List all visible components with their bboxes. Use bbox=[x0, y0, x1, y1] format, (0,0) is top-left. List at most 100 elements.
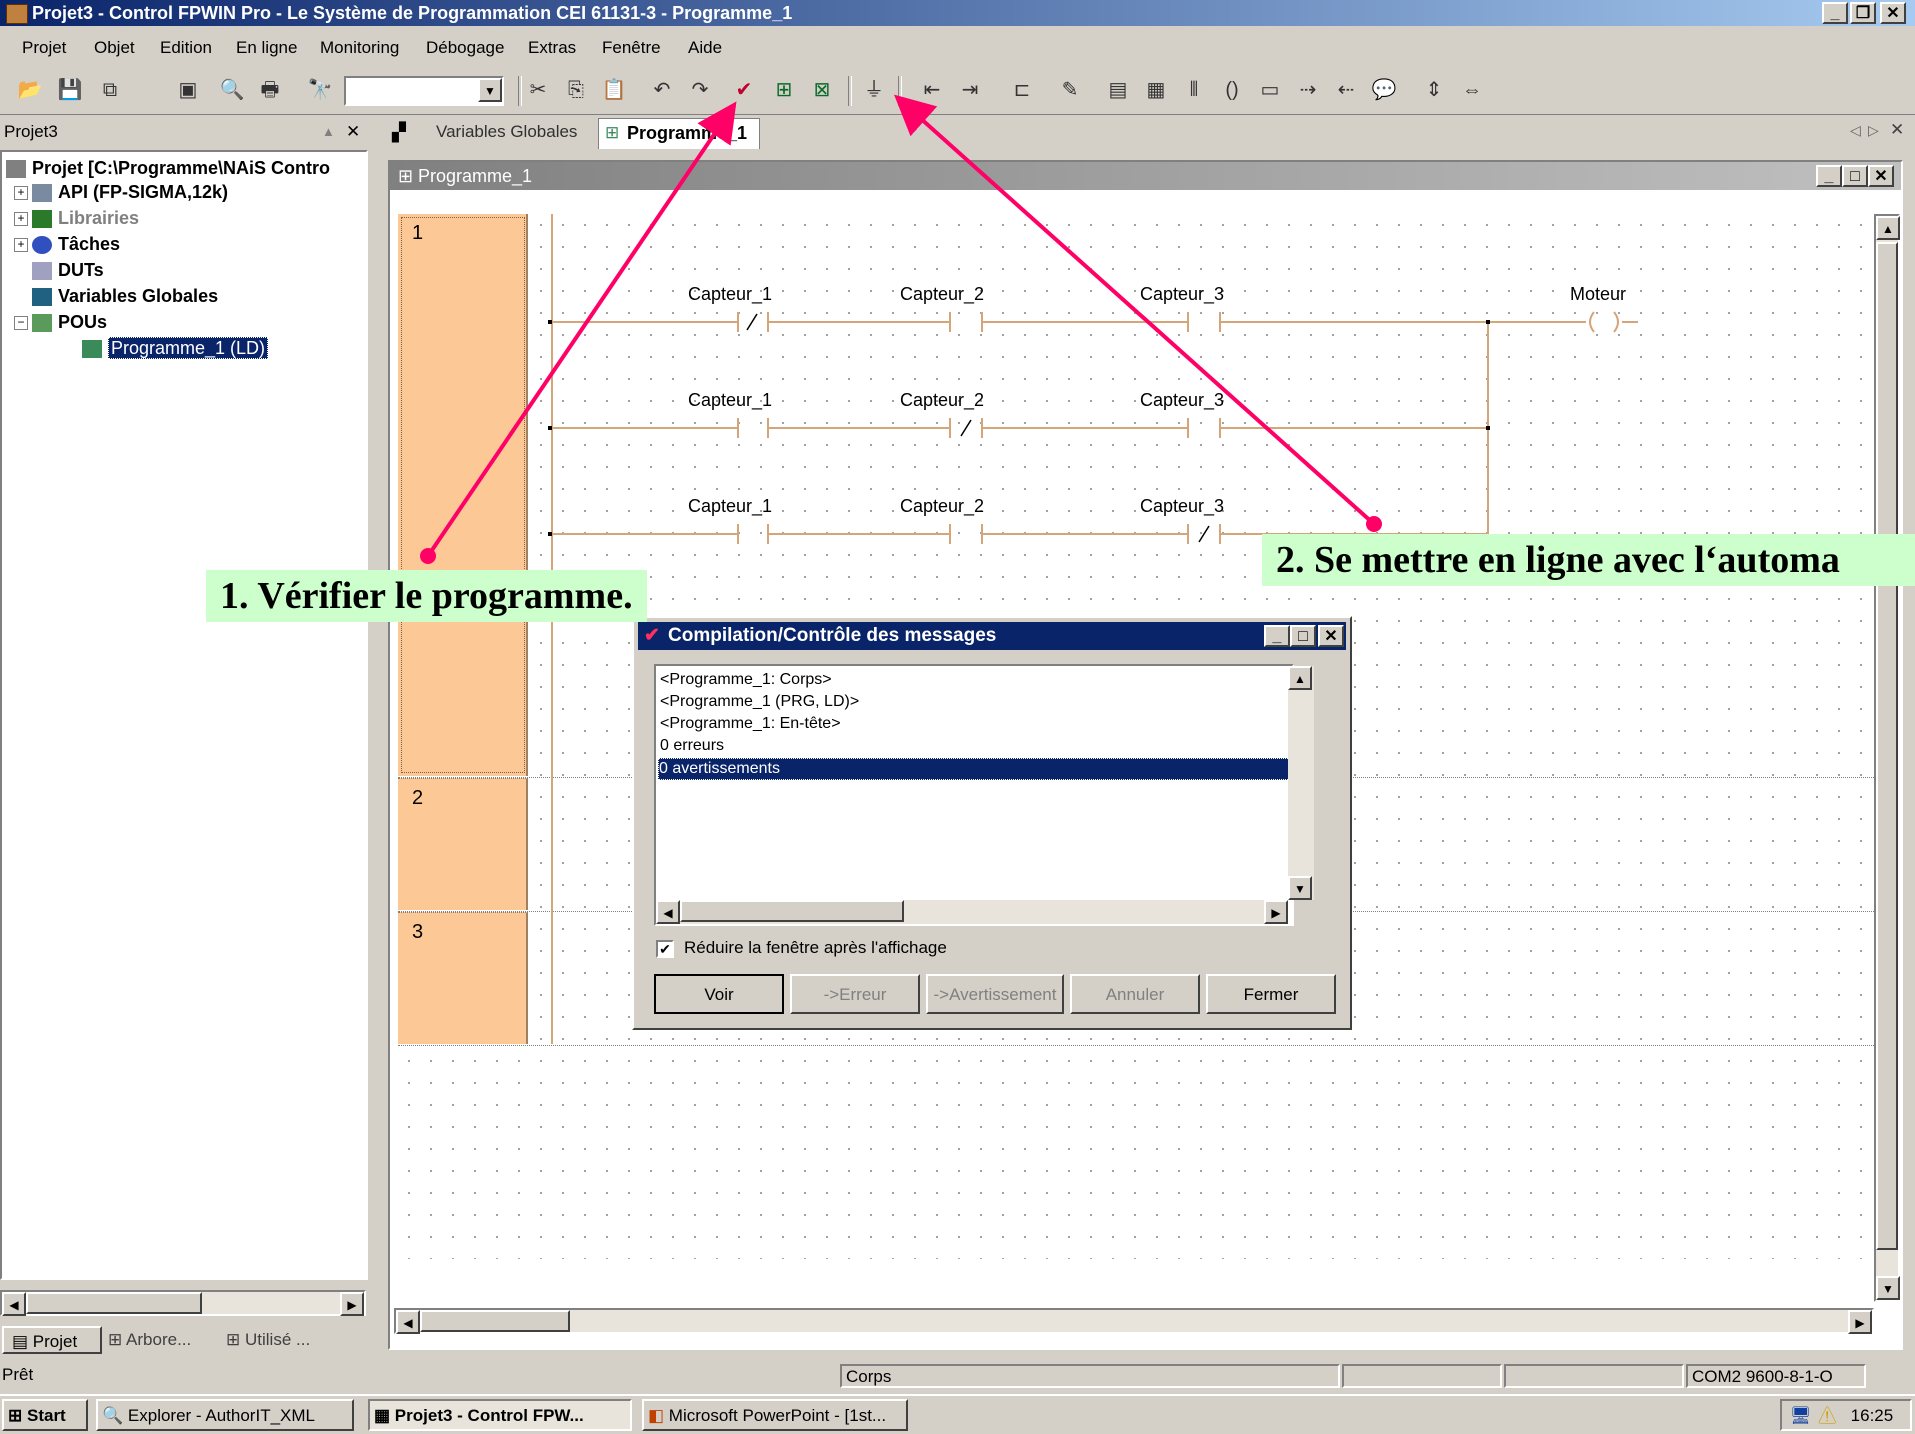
contact-label-r3-c1[interactable]: Capteur_1 bbox=[688, 496, 772, 517]
variable-icon[interactable]: ▤ bbox=[1104, 76, 1132, 104]
contact-label-r2-c2[interactable]: Capteur_2 bbox=[900, 390, 984, 411]
contact-label-r1-c1[interactable]: Capteur_1 bbox=[688, 284, 772, 305]
contact-label-r1-c3[interactable]: Capteur_3 bbox=[1140, 284, 1224, 305]
collapse-icon[interactable]: − bbox=[14, 316, 28, 330]
insert-rung-before-icon[interactable]: ⇤ bbox=[918, 76, 946, 104]
tab-variables-globales[interactable]: Variables Globales bbox=[436, 122, 577, 142]
task-powerpoint[interactable]: ◧ Microsoft PowerPoint - [1st... bbox=[642, 1399, 908, 1431]
undo-icon[interactable]: ↶ bbox=[648, 76, 676, 104]
title-bar[interactable]: Projet3 - Control FPWIN Pro - Le Système… bbox=[0, 0, 1915, 26]
scroll-thumb[interactable] bbox=[1876, 242, 1898, 1250]
message-list[interactable]: <Programme_1: Corps> <Programme_1 (PRG, … bbox=[654, 664, 1314, 926]
menu-extras[interactable]: Extras bbox=[528, 38, 576, 58]
scroll-down-icon[interactable]: ▼ bbox=[1288, 876, 1312, 900]
editor-minimize-icon[interactable]: _ bbox=[1816, 165, 1842, 187]
expand-icon[interactable]: + bbox=[14, 238, 28, 252]
compile-icon[interactable]: ⊞ bbox=[770, 76, 798, 104]
new-object-icon[interactable]: ⧉ bbox=[96, 76, 124, 104]
insert-rung-after-icon[interactable]: ⇥ bbox=[956, 76, 984, 104]
print-icon[interactable]: 🖶 bbox=[256, 76, 284, 104]
build-all-icon[interactable]: ⊠ bbox=[808, 76, 836, 104]
editor-close-icon[interactable]: ✕ bbox=[1868, 165, 1894, 187]
tabs-prev-icon[interactable]: ◁ bbox=[1850, 122, 1861, 139]
fermer-button[interactable]: Fermer bbox=[1206, 974, 1336, 1014]
scroll-left-icon[interactable]: ◀ bbox=[396, 1310, 420, 1334]
horizontal-line-icon[interactable]: ⇔ bbox=[1458, 76, 1486, 104]
start-button[interactable]: ⊞ Start bbox=[2, 1399, 88, 1431]
tab-arborescence[interactable]: ⊞ Arbore... bbox=[108, 1326, 218, 1354]
check-program-icon[interactable]: ✔ bbox=[730, 76, 758, 104]
message-item-selected[interactable]: 0 avertissements bbox=[658, 758, 1292, 780]
combo-dropdown-icon[interactable]: ▼ bbox=[478, 78, 502, 102]
scroll-thumb[interactable] bbox=[420, 1310, 570, 1332]
scroll-right-icon[interactable]: ▶ bbox=[1848, 1310, 1872, 1334]
scroll-up-icon[interactable]: ▲ bbox=[1288, 666, 1312, 690]
scroll-left-icon[interactable]: ◀ bbox=[2, 1292, 26, 1316]
vertical-line-icon[interactable]: ⇕ bbox=[1420, 76, 1448, 104]
cut-icon[interactable]: ✂ bbox=[524, 76, 552, 104]
online-mode-icon[interactable]: ⏚ bbox=[860, 76, 888, 104]
scroll-down-icon[interactable]: ▼ bbox=[1876, 1276, 1900, 1300]
tree-item-pous[interactable]: POUs bbox=[32, 310, 107, 334]
contact-icon[interactable]: ⫴ bbox=[1180, 76, 1208, 104]
app-icon[interactable] bbox=[6, 4, 28, 24]
coil-icon[interactable]: () bbox=[1218, 76, 1246, 104]
print-preview-icon[interactable]: 🔍 bbox=[218, 76, 246, 104]
dialog-maximize-icon[interactable]: □ bbox=[1290, 625, 1316, 647]
contact-label-r3-c2[interactable]: Capteur_2 bbox=[900, 496, 984, 517]
menu-objet[interactable]: Objet bbox=[94, 38, 135, 58]
tree-item-variables-globales[interactable]: Variables Globales bbox=[32, 284, 218, 308]
editor-title-bar[interactable]: ⊞ Programme_1 _ □ ✕ bbox=[390, 162, 1901, 190]
save-icon[interactable]: 💾 bbox=[56, 76, 84, 104]
dialog-minimize-icon[interactable]: _ bbox=[1264, 625, 1290, 647]
clock[interactable]: 16:25 bbox=[1851, 1406, 1894, 1425]
checkbox-check-icon[interactable]: ✔ bbox=[656, 940, 674, 958]
expand-icon[interactable]: + bbox=[14, 212, 28, 226]
menu-projet[interactable]: Projet bbox=[22, 38, 66, 58]
scroll-right-icon[interactable]: ▶ bbox=[1264, 900, 1288, 924]
tree-item-api[interactable]: API (FP-SIGMA,12k) bbox=[32, 180, 228, 204]
message-item[interactable]: <Programme_1: En-tête> bbox=[660, 714, 841, 734]
tabs-next-icon[interactable]: ▷ bbox=[1868, 122, 1879, 139]
menu-fenetre[interactable]: Fenêtre bbox=[602, 38, 661, 58]
output-icon[interactable]: ⇠ bbox=[1332, 76, 1360, 104]
coil-label-moteur[interactable]: Moteur bbox=[1570, 284, 1626, 305]
tab-projet[interactable]: ▤ Projet bbox=[2, 1326, 102, 1354]
network-icon[interactable]: 🖥 bbox=[1790, 1406, 1812, 1425]
contact-label-r2-c3[interactable]: Capteur_3 bbox=[1140, 390, 1224, 411]
menu-aide[interactable]: Aide bbox=[688, 38, 722, 58]
pane-close-icon[interactable]: ✕ bbox=[346, 118, 360, 146]
open-folder-icon[interactable]: 📂 bbox=[16, 76, 44, 104]
dialog-title-bar[interactable]: ✔ Compilation/Contrôle des messages _ □ … bbox=[638, 622, 1346, 650]
tree-item-duts[interactable]: DUTs bbox=[32, 258, 104, 282]
contact-label-r1-c2[interactable]: Capteur_2 bbox=[900, 284, 984, 305]
menu-monitoring[interactable]: Monitoring bbox=[320, 38, 399, 58]
scroll-thumb[interactable] bbox=[680, 900, 904, 922]
goto-error-button[interactable]: ->Erreur bbox=[790, 974, 920, 1014]
cancel-button[interactable]: Annuler bbox=[1070, 974, 1200, 1014]
editor-hscrollbar[interactable]: ◀ ▶ bbox=[394, 1308, 1874, 1334]
tree-item-programme-1[interactable]: Programme_1 (LD) bbox=[82, 336, 269, 360]
message-hscrollbar[interactable]: ◀ ▶ bbox=[656, 900, 1288, 924]
close-icon[interactable]: ✕ bbox=[1880, 2, 1906, 24]
minimize-icon[interactable]: _ bbox=[1822, 2, 1848, 24]
tree-item-taches[interactable]: Tâches bbox=[32, 232, 120, 256]
message-item[interactable]: 0 erreurs bbox=[660, 736, 724, 756]
scroll-thumb[interactable] bbox=[26, 1292, 202, 1314]
goto-warning-button[interactable]: ->Avertissement bbox=[926, 974, 1064, 1014]
restore-icon[interactable]: ❐ bbox=[1850, 2, 1876, 24]
dialog-close-icon[interactable]: ✕ bbox=[1318, 625, 1344, 647]
task-fpwin[interactable]: ▦ Projet3 - Control FPW... bbox=[368, 1399, 632, 1431]
box-icon[interactable]: ▦ bbox=[1142, 76, 1170, 104]
message-item[interactable]: <Programme_1 (PRG, LD)> bbox=[660, 692, 859, 712]
menu-edition[interactable]: Edition bbox=[160, 38, 212, 58]
menu-debogage[interactable]: Débogage bbox=[426, 38, 504, 58]
voir-button[interactable]: Voir bbox=[654, 974, 784, 1014]
scroll-up-icon[interactable]: ▲ bbox=[1876, 216, 1900, 240]
label-icon[interactable]: ⊏ bbox=[1008, 76, 1036, 104]
tabs-close-icon[interactable]: ✕ bbox=[1890, 120, 1904, 140]
contact-label-r2-c1[interactable]: Capteur_1 bbox=[688, 390, 772, 411]
editor-vscrollbar[interactable]: ▲ ▼ bbox=[1874, 214, 1900, 1302]
comment-icon[interactable]: 💬 bbox=[1370, 76, 1398, 104]
tree-hscrollbar[interactable]: ◀ ▶ bbox=[0, 1290, 366, 1316]
